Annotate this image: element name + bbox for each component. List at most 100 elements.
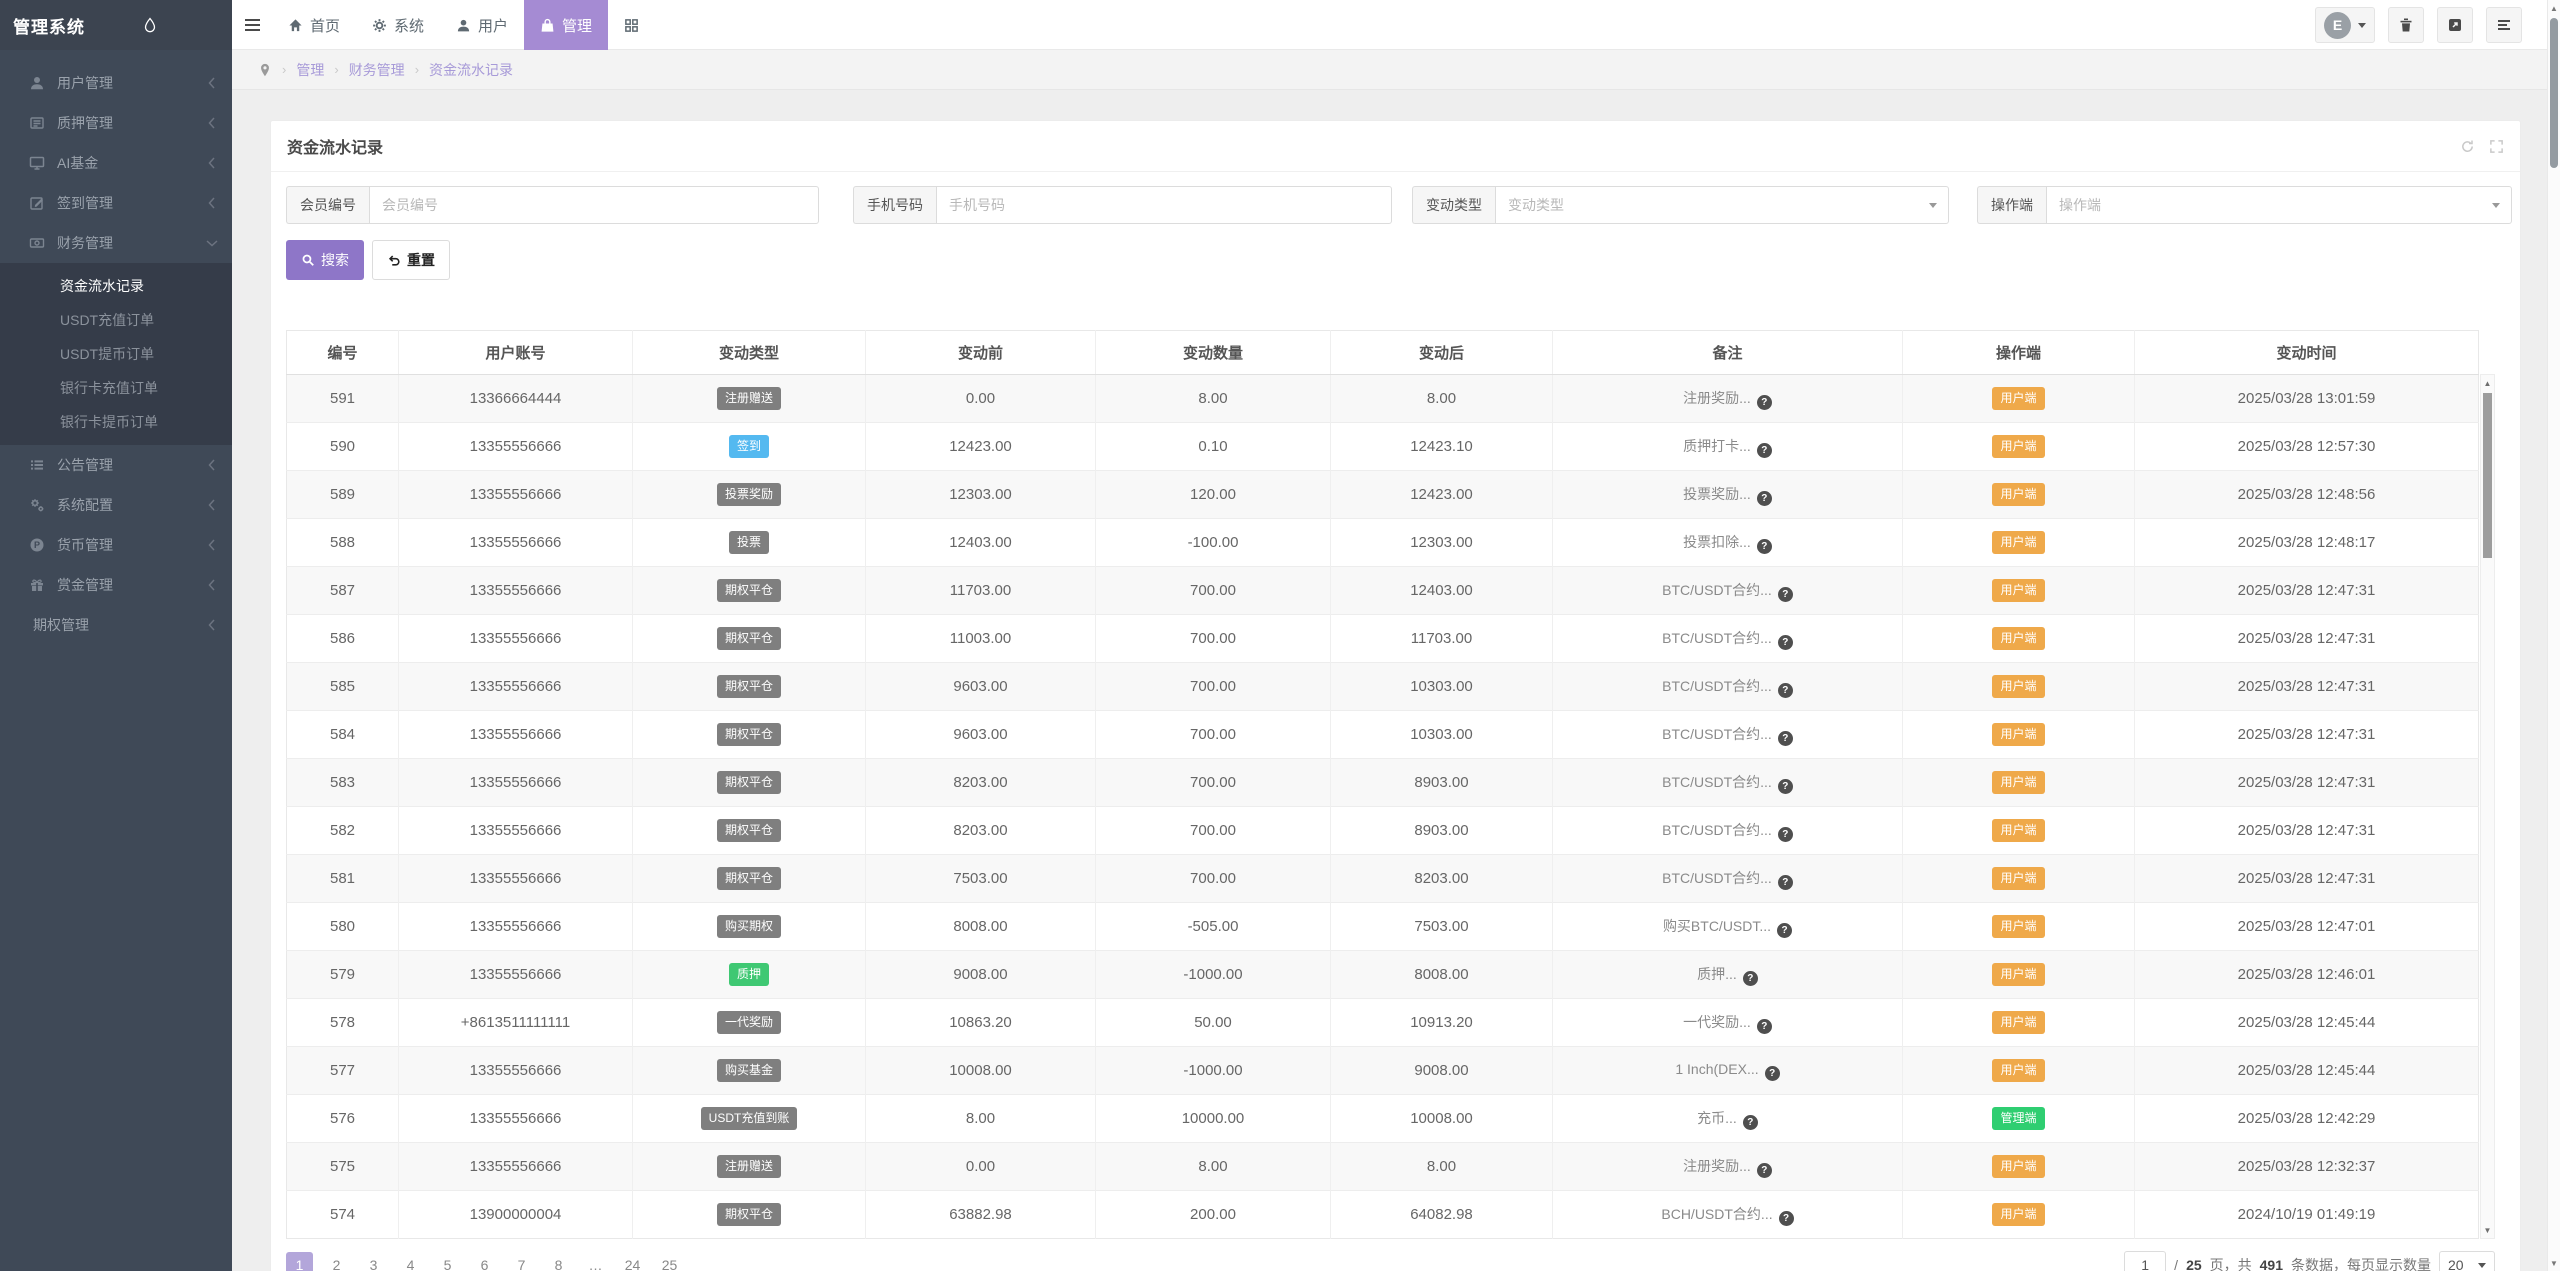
cell-before: 9008.00 bbox=[866, 951, 1096, 999]
help-icon[interactable]: ? bbox=[1765, 1066, 1780, 1081]
scroll-down-icon[interactable]: ▼ bbox=[2548, 1257, 2560, 1269]
topnav-item-manage[interactable]: 管理 bbox=[524, 0, 608, 50]
table-row: 58713355556666期权平仓11703.00700.0012403.00… bbox=[287, 567, 2479, 615]
help-icon[interactable]: ? bbox=[1757, 1163, 1772, 1178]
menu-list-button[interactable] bbox=[2486, 7, 2522, 43]
help-icon[interactable]: ? bbox=[1777, 923, 1792, 938]
sidebar-subitem[interactable]: USDT提币订单 bbox=[0, 337, 232, 371]
sidebar-item-3[interactable]: 签到管理 bbox=[0, 183, 232, 223]
change-type-select[interactable]: 变动类型 bbox=[1495, 186, 1949, 224]
help-icon[interactable]: ? bbox=[1778, 827, 1793, 842]
cell-remark: BTC/USDT合约...? bbox=[1553, 759, 1903, 807]
breadcrumb-link-manage[interactable]: 管理 bbox=[296, 60, 324, 80]
page-button-4[interactable]: 4 bbox=[397, 1252, 424, 1271]
page-button-25[interactable]: 25 bbox=[656, 1252, 683, 1271]
user-menu-button[interactable]: E bbox=[2315, 7, 2375, 43]
sidebar-item-7[interactable]: P货币管理 bbox=[0, 525, 232, 565]
scroll-up-icon[interactable]: ▲ bbox=[2548, 2, 2560, 14]
help-icon[interactable]: ? bbox=[1778, 635, 1793, 650]
remark-text: BTC/USDT合约... bbox=[1662, 678, 1772, 694]
cell-id: 590 bbox=[287, 423, 399, 471]
help-icon[interactable]: ? bbox=[1779, 1211, 1794, 1226]
search-button[interactable]: 搜索 bbox=[286, 240, 364, 280]
sidebar-item-4[interactable]: 财务管理 bbox=[0, 223, 232, 263]
money-icon bbox=[28, 235, 46, 251]
help-icon[interactable]: ? bbox=[1757, 395, 1772, 410]
reset-button[interactable]: 重置 bbox=[372, 240, 450, 280]
sidebar-item-8[interactable]: 赏金管理 bbox=[0, 565, 232, 605]
page-button-5[interactable]: 5 bbox=[434, 1252, 461, 1271]
table-row: 57513355556666注册赠送0.008.008.00注册奖励...?用户… bbox=[287, 1143, 2479, 1191]
expand-icon[interactable] bbox=[2489, 139, 2504, 154]
cell-amount: 8.00 bbox=[1096, 375, 1331, 423]
help-icon[interactable]: ? bbox=[1757, 491, 1772, 506]
page-button-6[interactable]: 6 bbox=[471, 1252, 498, 1271]
sidebar-item-5[interactable]: 公告管理 bbox=[0, 445, 232, 485]
topnav-item-users[interactable]: 用户 bbox=[440, 0, 524, 50]
page-button-8[interactable]: 8 bbox=[545, 1252, 572, 1271]
page-scrollbar-thumb[interactable] bbox=[2550, 18, 2558, 168]
hamburger-menu-icon[interactable] bbox=[232, 0, 272, 50]
refresh-icon[interactable] bbox=[2460, 139, 2475, 154]
help-icon[interactable]: ? bbox=[1778, 587, 1793, 602]
page-button-24[interactable]: 24 bbox=[619, 1252, 646, 1271]
help-icon[interactable]: ? bbox=[1757, 539, 1772, 554]
terminal-select[interactable]: 操作端 bbox=[2046, 186, 2512, 224]
help-icon[interactable]: ? bbox=[1743, 971, 1758, 986]
sidebar-subitem[interactable]: USDT充值订单 bbox=[0, 303, 232, 337]
sidebar-subitem[interactable]: 资金流水记录 bbox=[0, 269, 232, 303]
sidebar-subitem[interactable]: 银行卡提币订单 bbox=[0, 405, 232, 439]
page-button-1[interactable]: 1 bbox=[286, 1252, 313, 1271]
breadcrumb-link-records[interactable]: 资金流水记录 bbox=[429, 60, 513, 80]
scroll-up-icon[interactable]: ▲ bbox=[2481, 376, 2494, 390]
breadcrumb-link-finance[interactable]: 财务管理 bbox=[349, 60, 405, 80]
cell-amount: 0.10 bbox=[1096, 423, 1331, 471]
terminal-label: 操作端 bbox=[1977, 186, 2046, 224]
cell-after: 7503.00 bbox=[1331, 903, 1553, 951]
user-icon bbox=[28, 75, 46, 91]
page-button-2[interactable]: 2 bbox=[323, 1252, 350, 1271]
clear-cache-button[interactable] bbox=[2388, 7, 2424, 43]
cell-amount: 8.00 bbox=[1096, 1143, 1331, 1191]
member-id-input[interactable] bbox=[369, 186, 819, 224]
app-logo[interactable]: 管理系统 bbox=[0, 0, 232, 50]
page-scrollbar[interactable]: ▲ ▼ bbox=[2547, 0, 2560, 1271]
sidebar-item-1[interactable]: 质押管理 bbox=[0, 103, 232, 143]
sidebar-item-0[interactable]: 用户管理 bbox=[0, 63, 232, 103]
topnav-item-apps[interactable] bbox=[608, 0, 655, 50]
page-button-3[interactable]: 3 bbox=[360, 1252, 387, 1271]
help-icon[interactable]: ? bbox=[1743, 1115, 1758, 1130]
table-scrollbar[interactable]: ▲ ▼ bbox=[2480, 374, 2495, 1239]
terminal-placeholder: 操作端 bbox=[2059, 195, 2101, 215]
remark-text: 购买BTC/USDT... bbox=[1663, 918, 1771, 934]
topnav-item-home[interactable]: 首页 bbox=[272, 0, 356, 50]
page-size-select[interactable]: 20 bbox=[2439, 1251, 2495, 1271]
help-icon[interactable]: ? bbox=[1778, 731, 1793, 746]
svg-text:P: P bbox=[34, 540, 40, 550]
cell-terminal: 用户端 bbox=[1903, 1047, 2135, 1095]
scroll-down-icon[interactable]: ▼ bbox=[2481, 1223, 2494, 1237]
help-icon[interactable]: ? bbox=[1757, 1019, 1772, 1034]
cell-time: 2025/03/28 12:47:31 bbox=[2135, 663, 2479, 711]
help-icon[interactable]: ? bbox=[1778, 779, 1793, 794]
remark-text: 投票扣除... bbox=[1683, 534, 1751, 550]
page-jump-input[interactable] bbox=[2124, 1251, 2166, 1271]
chevron-left-icon bbox=[208, 459, 216, 471]
list-icon bbox=[2496, 17, 2512, 33]
sidebar-item-9[interactable]: 期权管理 bbox=[0, 605, 232, 645]
help-icon[interactable]: ? bbox=[1778, 875, 1793, 890]
sidebar-subitem[interactable]: 银行卡充值订单 bbox=[0, 371, 232, 405]
topnav-item-system[interactable]: 系统 bbox=[356, 0, 440, 50]
table-row: 58913355556666投票奖励12303.00120.0012423.00… bbox=[287, 471, 2479, 519]
table-row: 59013355556666签到12423.000.1012423.10质押打卡… bbox=[287, 423, 2479, 471]
cell-terminal: 用户端 bbox=[1903, 855, 2135, 903]
help-icon[interactable]: ? bbox=[1757, 443, 1772, 458]
cell-id: 581 bbox=[287, 855, 399, 903]
phone-input[interactable] bbox=[936, 186, 1392, 224]
page-button-7[interactable]: 7 bbox=[508, 1252, 535, 1271]
sidebar-item-2[interactable]: AI基金 bbox=[0, 143, 232, 183]
table-scrollbar-thumb[interactable] bbox=[2483, 393, 2492, 558]
fullscreen-button[interactable] bbox=[2437, 7, 2473, 43]
help-icon[interactable]: ? bbox=[1778, 683, 1793, 698]
sidebar-item-6[interactable]: 系统配置 bbox=[0, 485, 232, 525]
